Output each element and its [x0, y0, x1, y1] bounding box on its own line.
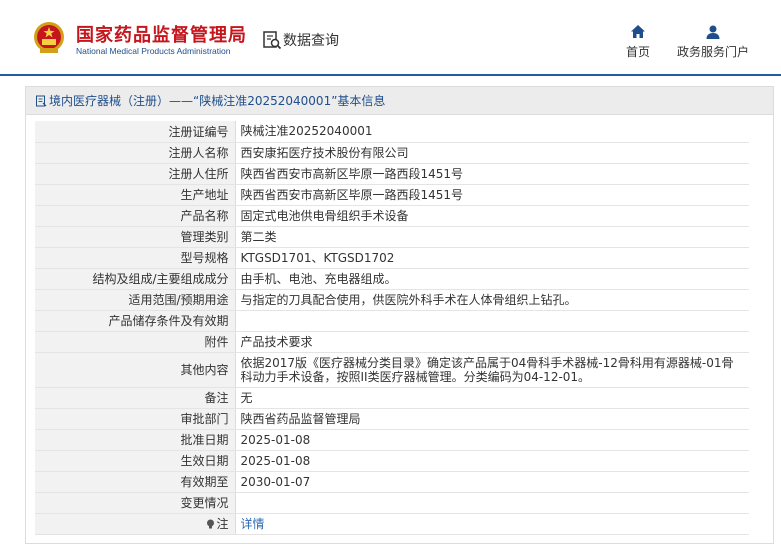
data-query-link[interactable]: 数据查询: [283, 30, 339, 50]
table-row: 注册人住所 陕西省西安市高新区毕原一路西段1451号: [35, 163, 749, 185]
note-label: 注: [216, 517, 229, 531]
table-row: 有效期至 2030-01-07: [35, 471, 749, 493]
field-value: 2025-01-08: [235, 429, 749, 451]
table-row: 适用范围/预期用途 与指定的刀具配合使用，供医院外科手术在人体骨组织上钻孔。: [35, 289, 749, 311]
field-label: 审批部门: [35, 408, 236, 430]
table-row: 审批部门 陕西省药品监督管理局: [35, 408, 749, 430]
field-value: 无: [235, 387, 749, 409]
detail-table: 注册证编号 陕械注准20252040001 注册人名称 西安康拓医疗技术股份有限公司…: [35, 121, 749, 535]
national-emblem-icon: [34, 22, 64, 53]
document-icon: [36, 95, 47, 106]
table-row: 型号规格 KTGSD1701、KTGSD1702: [35, 247, 749, 269]
field-value: 固定式电池供电骨组织手术设备: [235, 205, 749, 227]
table-row: 注 详情: [35, 513, 749, 535]
table-row: 产品名称 固定式电池供电骨组织手术设备: [35, 205, 749, 227]
field-value: 西安康拓医疗技术股份有限公司: [235, 142, 749, 164]
table-row: 注册人名称 西安康拓医疗技术股份有限公司: [35, 142, 749, 164]
home-icon: [631, 25, 645, 38]
field-value: 与指定的刀具配合使用，供医院外科手术在人体骨组织上钻孔。: [235, 289, 749, 311]
nav-service-portal[interactable]: 政务服务门户: [673, 24, 753, 60]
field-label: 生效日期: [35, 450, 236, 472]
field-label: 产品储存条件及有效期: [35, 310, 236, 332]
table-row: 变更情况: [35, 492, 749, 514]
field-value: KTGSD1701、KTGSD1702: [235, 247, 749, 269]
field-value: 产品技术要求: [235, 331, 749, 353]
field-label: 其他内容: [35, 352, 236, 388]
agency-name-en: National Medical Products Administration: [76, 46, 231, 56]
field-value: 依据2017版《医疗器械分类目录》确定该产品属于04骨科手术器械-12骨科用有源…: [235, 352, 749, 388]
field-label: 批准日期: [35, 429, 236, 451]
table-row: 其他内容 依据2017版《医疗器械分类目录》确定该产品属于04骨科手术器械-12骨…: [35, 352, 749, 388]
field-label: 结构及组成/主要组成成分: [35, 268, 236, 290]
field-label: 备注: [35, 387, 236, 409]
field-label: 注册人名称: [35, 142, 236, 164]
field-value: [235, 310, 749, 332]
table-row: 产品储存条件及有效期: [35, 310, 749, 332]
nav-home[interactable]: 首页: [598, 24, 678, 60]
field-value: 2030-01-07: [235, 471, 749, 493]
table-row: 注册证编号 陕械注准20252040001: [35, 121, 749, 143]
panel-title-text: 境内医疗器械（注册）——“陕械注准20252040001”基本信息: [49, 94, 386, 108]
field-label: 注册人住所: [35, 163, 236, 185]
field-label: 变更情况: [35, 492, 236, 514]
field-label: 型号规格: [35, 247, 236, 269]
field-value: 陕西省药品监督管理局: [235, 408, 749, 430]
agency-name-cn: 国家药品监督管理局: [76, 25, 247, 46]
note-value-cell: 详情: [235, 513, 749, 535]
table-row: 批准日期 2025-01-08: [35, 429, 749, 451]
table-row: 结构及组成/主要组成成分 由手机、电池、充电器组成。: [35, 268, 749, 290]
table-row: 生效日期 2025-01-08: [35, 450, 749, 472]
field-label: 注册证编号: [35, 121, 236, 143]
field-label: 附件: [35, 331, 236, 353]
field-value: 陕西省西安市高新区毕原一路西段1451号: [235, 163, 749, 185]
table-row: 生产地址 陕西省西安市高新区毕原一路西段1451号: [35, 184, 749, 206]
field-label: 适用范围/预期用途: [35, 289, 236, 311]
field-value: 由手机、电池、充电器组成。: [235, 268, 749, 290]
site-header: 国家药品监督管理局 National Medical Products Admi…: [0, 0, 781, 76]
nav-service-portal-label: 政务服务门户: [676, 45, 749, 59]
field-value: 2025-01-08: [235, 450, 749, 472]
record-panel: 境内医疗器械（注册）——“陕械注准20252040001”基本信息 注册证编号陕…: [25, 86, 774, 544]
field-label: 有效期至: [35, 471, 236, 493]
note-label-cell: 注: [35, 513, 236, 535]
table-row: 附件 产品技术要求: [35, 331, 749, 353]
lightbulb-icon: [207, 519, 215, 529]
data-query-icon: [263, 31, 282, 50]
table-row: 管理类别 第二类: [35, 226, 749, 248]
field-value: 陕械注准20252040001: [235, 121, 749, 143]
field-value: 第二类: [235, 226, 749, 248]
user-icon: [706, 25, 720, 39]
panel-title: 境内医疗器械（注册）——“陕械注准20252040001”基本信息: [26, 87, 773, 115]
nav-home-label: 首页: [625, 45, 650, 59]
details-link[interactable]: 详情: [241, 517, 265, 531]
field-value: [235, 492, 749, 514]
field-value: 陕西省西安市高新区毕原一路西段1451号: [235, 184, 749, 206]
field-label: 管理类别: [35, 226, 236, 248]
field-label: 产品名称: [35, 205, 236, 227]
field-label: 生产地址: [35, 184, 236, 206]
table-row: 备注无: [35, 387, 749, 409]
